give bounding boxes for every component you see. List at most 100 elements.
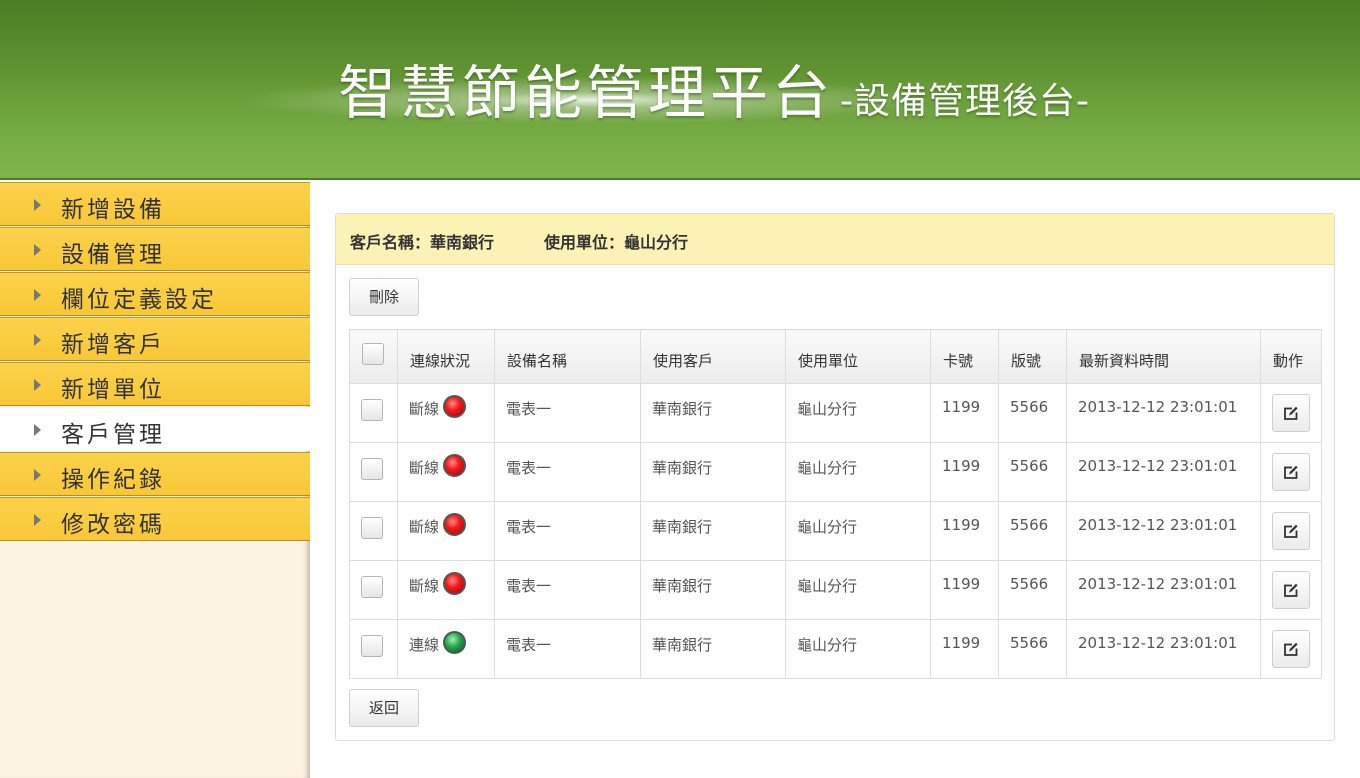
- row-checkbox[interactable]: [361, 399, 383, 421]
- edit-icon: [1284, 524, 1298, 538]
- table-row: 斷線 電表一 華南銀行 龜山分行 1199 5566 2013-12-12 23:01:01: [349, 383, 1322, 443]
- version-cell: 5566: [998, 383, 1067, 443]
- sidebar-item-device-management[interactable]: 設備管理: [0, 227, 310, 271]
- card-number-cell: 1199: [930, 442, 999, 502]
- card-number-cell: 1199: [930, 560, 999, 620]
- app-subtitle: -設備管理後台-: [840, 81, 1090, 122]
- action-cell: [1260, 442, 1322, 502]
- unit-cell: 龜山分行: [785, 383, 931, 443]
- triangle-right-icon: [34, 514, 41, 526]
- edit-icon: [1284, 583, 1298, 597]
- triangle-right-icon: [34, 289, 41, 301]
- customer-cell: 華南銀行: [640, 619, 786, 679]
- customer-cell: 華南銀行: [640, 501, 786, 561]
- sidebar-item-label: 操作紀錄: [61, 467, 165, 493]
- latest-time-cell: 2013-12-12 23:01:01: [1066, 442, 1261, 502]
- sidebar-item-change-password[interactable]: 修改密碼: [0, 497, 310, 541]
- status-text: 連線: [409, 636, 440, 654]
- row-checkbox[interactable]: [361, 517, 383, 539]
- edit-icon: [1284, 406, 1298, 420]
- version-cell: 5566: [998, 619, 1067, 679]
- back-button[interactable]: 返回: [349, 689, 419, 727]
- device-name-cell: 電表一: [494, 501, 641, 561]
- sidebar-item-label: 修改密碼: [61, 512, 165, 538]
- status-text: 斷線: [409, 577, 440, 595]
- device-table: 連線狀況 設備名稱 使用客戶 使用單位 卡號 版號 最新資料時間 動作 斷線電表…: [349, 329, 1322, 679]
- status-text: 斷線: [409, 400, 440, 418]
- app-title: 智慧節能管理平台: [338, 59, 835, 127]
- table-header-row: 連線狀況 設備名稱 使用客戶 使用單位 卡號 版號 最新資料時間 動作: [349, 329, 1322, 384]
- sidebar-item-add-unit[interactable]: 新增單位: [0, 362, 310, 406]
- select-all-checkbox[interactable]: [362, 343, 384, 365]
- edit-button[interactable]: [1272, 571, 1310, 609]
- sidebar-item-add-device[interactable]: 新增設備: [0, 182, 310, 226]
- latest-time-cell: 2013-12-12 23:01:01: [1066, 383, 1261, 443]
- triangle-right-icon: [34, 424, 41, 436]
- version-cell: 5566: [998, 501, 1067, 561]
- latest-time-cell: 2013-12-12 23:01:01: [1066, 501, 1261, 561]
- status-led-icon: [443, 395, 467, 418]
- triangle-right-icon: [34, 469, 41, 481]
- column-header: 卡號: [930, 329, 999, 384]
- unit-cell: 龜山分行: [785, 442, 931, 502]
- sidebar-item-label: 新增單位: [61, 377, 165, 403]
- edit-icon: [1284, 465, 1298, 479]
- row-checkbox[interactable]: [361, 458, 383, 480]
- card-number-cell: 1199: [930, 619, 999, 679]
- sidebar-item-label: 客戶管理: [61, 422, 165, 448]
- device-name-cell: 電表一: [494, 383, 641, 443]
- latest-time-cell: 2013-12-12 23:01:01: [1066, 619, 1261, 679]
- row-checkbox[interactable]: [361, 576, 383, 598]
- device-list-panel: 客戶名稱：華南銀行 使用單位：龜山分行 刪除 連線狀況 設備名稱 使用客戶 使用…: [335, 213, 1335, 741]
- sidebar: 新增設備 設備管理 欄位定義設定 新增客戶 新增單位 客戶管理 操作紀錄 修改密…: [0, 182, 310, 778]
- edit-button[interactable]: [1272, 512, 1310, 550]
- customer-cell: 華南銀行: [640, 442, 786, 502]
- status-led-icon: [443, 631, 467, 654]
- version-cell: 5566: [998, 442, 1067, 502]
- table-row: 斷線 電表一 華南銀行 龜山分行 1199 5566 2013-12-12 23:01:01: [349, 442, 1322, 502]
- row-checkbox[interactable]: [361, 635, 383, 657]
- triangle-right-icon: [34, 379, 41, 391]
- sidebar-item-add-customer[interactable]: 新增客戶: [0, 317, 310, 361]
- status-text: 斷線: [409, 459, 440, 477]
- sidebar-item-field-definition[interactable]: 欄位定義設定: [0, 272, 310, 316]
- unit-cell: 龜山分行: [785, 560, 931, 620]
- device-name-cell: 電表一: [494, 619, 641, 679]
- delete-button[interactable]: 刪除: [349, 278, 419, 316]
- edit-button[interactable]: [1272, 394, 1310, 432]
- status-cell: 連線: [397, 619, 495, 679]
- sidebar-item-label: 新增設備: [61, 197, 165, 223]
- status-cell: 斷線: [397, 383, 495, 443]
- action-cell: [1260, 619, 1322, 679]
- status-cell: 斷線: [397, 501, 495, 561]
- status-cell: 斷線: [397, 560, 495, 620]
- action-cell: [1260, 501, 1322, 561]
- customer-cell: 華南銀行: [640, 560, 786, 620]
- select-all-cell: [349, 329, 398, 384]
- edit-button[interactable]: [1272, 630, 1310, 668]
- column-header: 使用單位: [785, 329, 931, 384]
- row-select-cell: [349, 560, 398, 620]
- status-led-icon: [443, 454, 467, 477]
- card-number-cell: 1199: [930, 501, 999, 561]
- status-cell: 斷線: [397, 442, 495, 502]
- customer-name: 客戶名稱：華南銀行: [350, 233, 495, 252]
- table-row: 斷線 電表一 華南銀行 龜山分行 1199 5566 2013-12-12 23:01:01: [349, 560, 1322, 620]
- column-header: 版號: [998, 329, 1067, 384]
- sidebar-item-label: 欄位定義設定: [61, 287, 217, 313]
- sidebar-item-operation-log[interactable]: 操作紀錄: [0, 452, 310, 496]
- unit-cell: 龜山分行: [785, 619, 931, 679]
- row-select-cell: [349, 501, 398, 561]
- device-name-cell: 電表一: [494, 442, 641, 502]
- triangle-right-icon: [34, 244, 41, 256]
- sidebar-item-customer-management[interactable]: 客戶管理: [0, 407, 310, 451]
- header-title: 智慧節能管理平台 -設備管理後台-: [338, 46, 1090, 130]
- column-header: 最新資料時間: [1066, 329, 1261, 384]
- edit-button[interactable]: [1272, 453, 1310, 491]
- triangle-right-icon: [34, 334, 41, 346]
- edit-icon: [1284, 642, 1298, 656]
- latest-time-cell: 2013-12-12 23:01:01: [1066, 560, 1261, 620]
- action-cell: [1260, 383, 1322, 443]
- status-text: 斷線: [409, 518, 440, 536]
- column-header: 動作: [1260, 329, 1322, 384]
